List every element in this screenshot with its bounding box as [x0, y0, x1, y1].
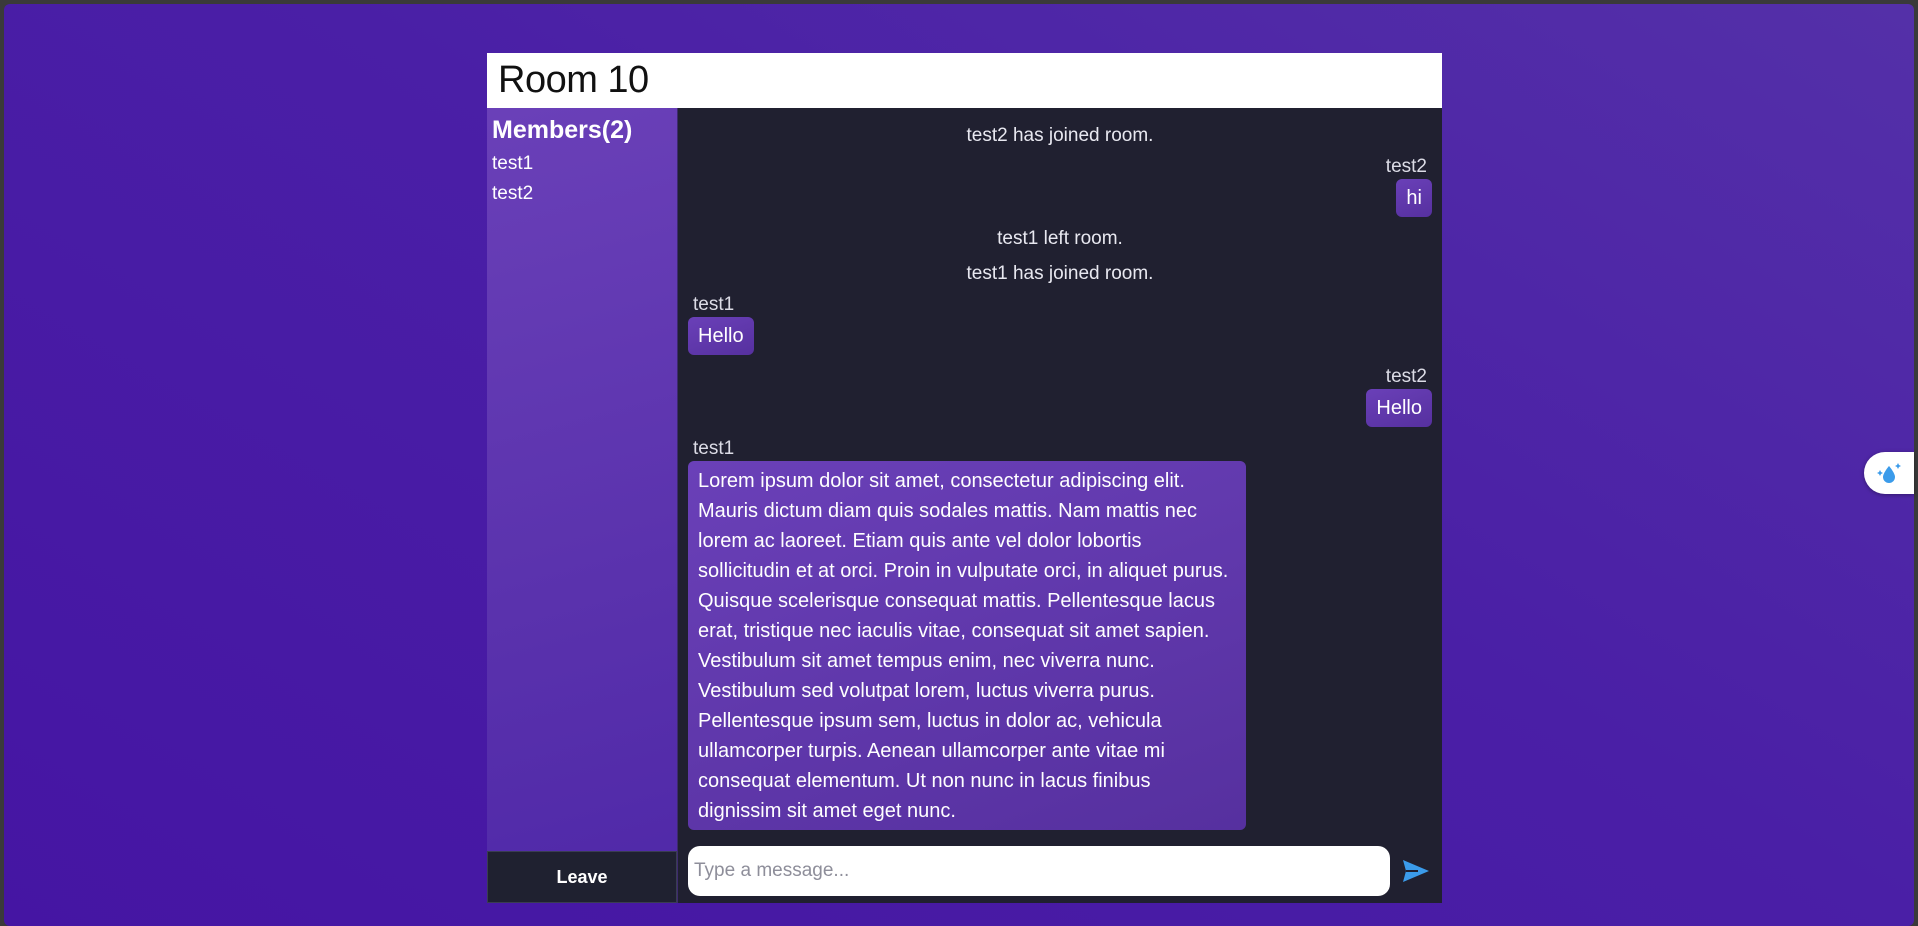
composer	[678, 839, 1442, 903]
message-bubble: Hello	[1366, 389, 1432, 427]
message-sender: test2	[1385, 156, 1427, 177]
chat-message: test1 Hello	[688, 293, 1432, 355]
extension-button[interactable]	[1864, 452, 1914, 494]
members-sidebar: Members(2) test1 test2 Leave	[487, 108, 678, 903]
message-list: test2 has joined room. test2 hi test1 le…	[678, 108, 1442, 839]
members-panel: Members(2) test1 test2	[487, 108, 677, 851]
system-message: test1 has joined room.	[966, 263, 1154, 284]
room-header: Room 10	[487, 53, 1442, 108]
member-item: test1	[492, 153, 534, 174]
system-message: test2 has joined room.	[966, 125, 1154, 146]
room-title: Room 10	[498, 59, 649, 101]
message-input[interactable]	[688, 846, 1391, 896]
chat-app: Room 10 Members(2) test1 test2 Leave tes…	[487, 53, 1442, 903]
chat-panel: test2 has joined room. test2 hi test1 le…	[678, 108, 1442, 903]
message-bubble: Lorem ipsum dolor sit amet, consectetur …	[688, 461, 1246, 830]
sparkle-drop-icon	[1877, 463, 1901, 483]
message-sender: test1	[693, 294, 735, 315]
page-background: Room 10 Members(2) test1 test2 Leave tes…	[4, 4, 1914, 926]
send-icon	[1403, 860, 1430, 882]
message-sender: test2	[1385, 366, 1427, 387]
message-bubble: Hello	[688, 317, 754, 355]
chat-message: test1 Lorem ipsum dolor sit amet, consec…	[688, 437, 1432, 830]
send-button[interactable]	[1400, 855, 1432, 887]
message-sender: test1	[693, 438, 735, 459]
leave-button[interactable]: Leave	[487, 851, 677, 903]
members-title: Members(2)	[492, 116, 633, 144]
message-bubble: hi	[1396, 179, 1432, 217]
room-body: Members(2) test1 test2 Leave test2 has j…	[487, 108, 1442, 903]
chat-message: test2 hi	[688, 155, 1432, 217]
system-message: test1 left room.	[997, 228, 1123, 249]
member-item: test2	[492, 183, 534, 204]
chat-message: test2 Hello	[688, 365, 1432, 427]
